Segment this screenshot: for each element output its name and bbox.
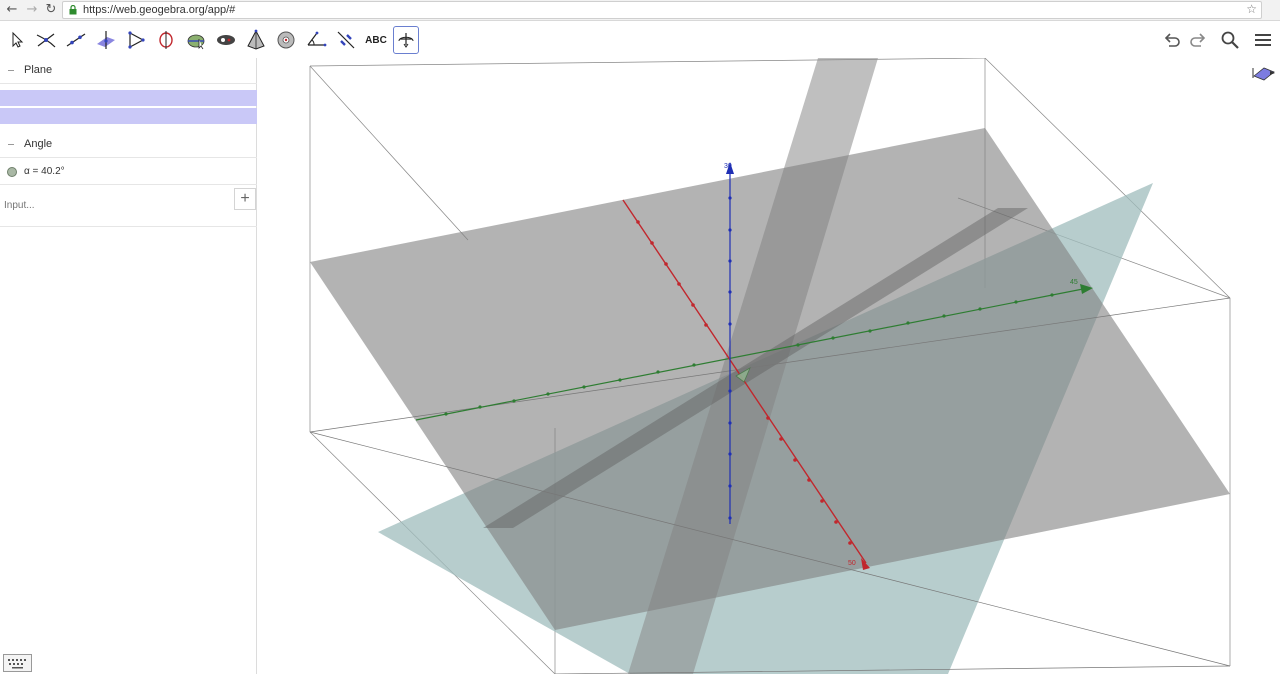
rotate-view-tool[interactable] — [393, 26, 419, 54]
collapse-icon[interactable] — [8, 144, 14, 145]
y-axis-end-label: 45 — [1070, 279, 1078, 286]
angle-icon — [307, 31, 327, 47]
cursor-arrow-icon — [12, 31, 24, 48]
plane-section-header[interactable]: Plane — [0, 58, 257, 84]
line-icon — [66, 33, 86, 47]
plane-icon — [217, 35, 235, 45]
tool-bar: ABC — [0, 22, 1280, 58]
polygon-tool[interactable] — [123, 26, 149, 54]
intersect-surfaces-tool[interactable] — [183, 26, 209, 54]
z-axis-top-label: 30 — [724, 163, 732, 170]
style-bar-icon — [1252, 67, 1275, 81]
visibility-toggle-icon[interactable] — [7, 167, 17, 177]
text-icon: ABC — [365, 34, 387, 46]
intersect-surfaces-icon — [187, 34, 205, 50]
angle-value: α = 40.2° — [24, 166, 65, 177]
algebra-input[interactable] — [4, 200, 204, 211]
line-tool[interactable] — [63, 26, 89, 54]
graphics-style-bar-toggle[interactable] — [1250, 62, 1278, 84]
angle-alpha-row[interactable]: α = 40.2° — [0, 159, 257, 185]
collapse-icon[interactable] — [8, 70, 14, 71]
selected-plane-row-2[interactable] — [0, 108, 257, 124]
pyramid-tool[interactable] — [243, 26, 269, 54]
algebra-view: Plane Angle α = 40.2° + — [0, 58, 257, 674]
undo-icon[interactable] — [1160, 28, 1184, 52]
perpendicular-line-tool[interactable] — [93, 26, 119, 54]
reflect-tool[interactable] — [333, 26, 359, 54]
reload-icon[interactable]: ↻ — [43, 2, 59, 18]
search-icon[interactable] — [1218, 28, 1242, 52]
keyboard-icon[interactable] — [3, 654, 32, 672]
perpendicular-icon — [97, 31, 115, 49]
circle-axis-tool[interactable] — [153, 26, 179, 54]
polygon-icon — [128, 31, 145, 49]
scene-3d[interactable]: 30 50 45 — [258, 57, 1280, 675]
angle-tool[interactable] — [303, 26, 329, 54]
move-tool[interactable] — [4, 26, 30, 54]
back-arrow-icon[interactable]: ← — [4, 2, 20, 18]
reflect-icon — [337, 31, 355, 49]
lock-icon — [69, 5, 77, 15]
rotate-view-icon — [398, 33, 414, 48]
browser-bar: ← → ↻ https://web.geogebra.org/app/# ☆ — [0, 0, 1280, 21]
selected-plane-row-1[interactable] — [0, 90, 257, 106]
sphere-icon — [277, 31, 295, 49]
angle-section-title: Angle — [24, 138, 53, 150]
forward-arrow-icon[interactable]: → — [24, 2, 40, 18]
intersect-tool[interactable] — [33, 26, 59, 54]
x-axis-end-label: 50 — [848, 560, 856, 567]
address-bar[interactable]: https://web.geogebra.org/app/# ☆ — [62, 1, 1262, 19]
algebra-input-row: + — [0, 187, 257, 227]
angle-section-header[interactable]: Angle — [0, 132, 257, 158]
pyramid-icon — [247, 29, 265, 50]
plane-tool[interactable] — [213, 26, 239, 54]
plane-section-title: Plane — [24, 64, 53, 76]
add-plus-icon[interactable]: + — [234, 188, 256, 210]
redo-icon[interactable] — [1186, 28, 1210, 52]
url-text: https://web.geogebra.org/app/# — [83, 4, 236, 16]
bookmark-star-icon[interactable]: ☆ — [1246, 2, 1257, 16]
circle-axis-icon — [159, 31, 173, 49]
intersect-icon — [36, 33, 56, 48]
sphere-tool[interactable] — [273, 26, 299, 54]
menu-icon[interactable] — [1251, 28, 1275, 52]
graphics-3d-view[interactable]: 30 50 45 — [258, 57, 1280, 675]
text-tool[interactable]: ABC — [363, 26, 389, 54]
